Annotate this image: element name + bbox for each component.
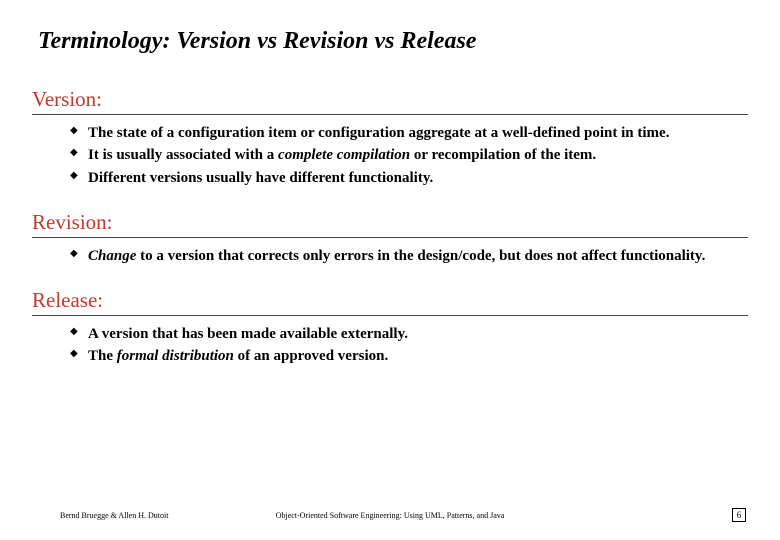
text: The state of a configuration item or con… [88,125,669,141]
list-item: The formal distribution of an approved v… [70,346,740,366]
list-item: Change to a version that corrects only e… [70,246,740,266]
slide-body: Version: The state of a configuration it… [32,87,748,367]
text: to a version that corrects only errors i… [136,248,705,264]
list-item: Different versions usually have differen… [70,168,740,188]
text: It is usually associated with a [88,147,278,163]
list-item: The state of a configuration item or con… [70,123,740,143]
section-heading-release: Release: [32,288,748,316]
text: The [88,348,117,364]
text: Different versions usually have differen… [88,170,433,186]
section-list-revision: Change to a version that corrects only e… [70,246,748,266]
section-heading-version: Version: [32,87,748,115]
slide-title: Terminology: Version vs Revision vs Rele… [32,28,748,55]
section-list-release: A version that has been made available e… [70,324,748,367]
text-emph: complete compilation [278,147,410,163]
list-item: It is usually associated with a complete… [70,145,740,165]
text-emph: Change [88,248,136,264]
text-emph: formal distribution [117,348,234,364]
text: A version that has been made available e… [88,326,408,342]
section-list-version: The state of a configuration item or con… [70,123,748,188]
section-heading-revision: Revision: [32,210,748,238]
list-item: A version that has been made available e… [70,324,740,344]
text: of an approved version. [234,348,388,364]
page-number: 6 [732,508,746,522]
slide-footer: Bernd Bruegge & Allen H. Dutoit Object-O… [0,508,780,522]
footer-center: Object-Oriented Software Engineering: Us… [276,511,505,520]
text: or recompilation of the item. [410,147,596,163]
footer-left: Bernd Bruegge & Allen H. Dutoit [60,511,168,520]
